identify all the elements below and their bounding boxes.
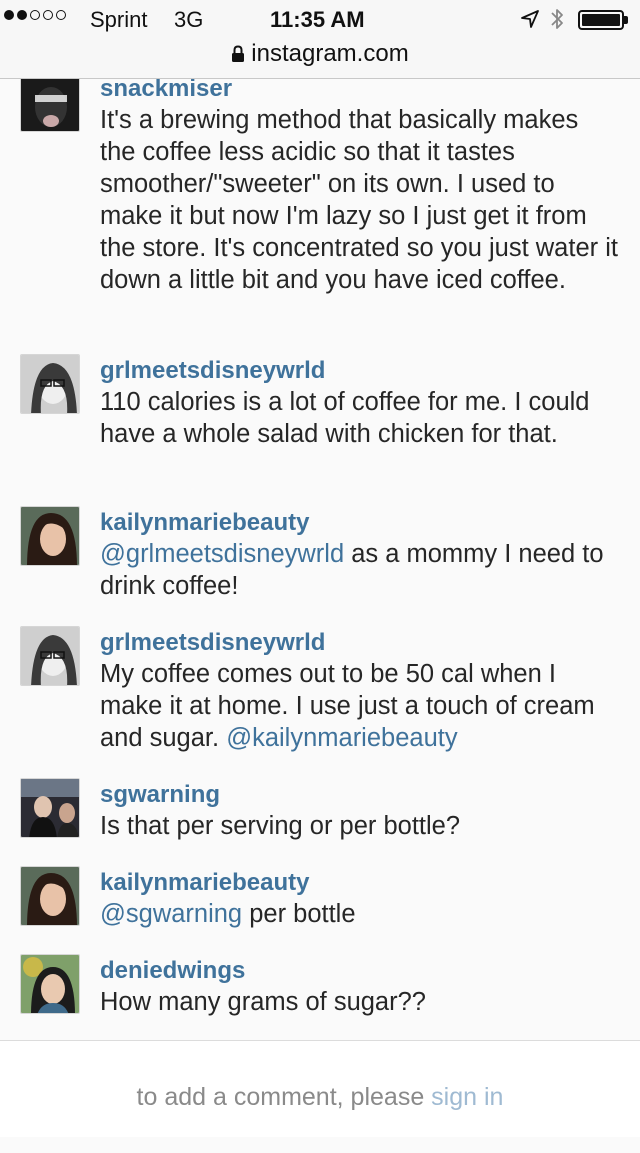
comment-username[interactable]: kailynmariebeauty (100, 868, 620, 898)
comment-mention[interactable]: @sgwarning (100, 900, 242, 928)
comment-mention[interactable]: @grlmeetsdisneywrld (100, 540, 344, 568)
comment-username[interactable]: kailynmariebeauty (100, 508, 620, 538)
comment-text: It's a brewing method that basically mak… (100, 106, 618, 294)
avatar[interactable] (20, 866, 80, 926)
lock-icon (231, 42, 245, 70)
comment-text: 110 calories is a lot of coffee for me. … (100, 388, 590, 448)
comment-username[interactable]: grlmeetsdisneywrld (100, 356, 620, 386)
footer-prompt: to add a comment, please (136, 1083, 432, 1111)
location-arrow-icon (520, 9, 540, 35)
address-bar[interactable]: instagram.com (0, 40, 640, 74)
add-comment-footer: to add a comment, please sign in (0, 1040, 640, 1137)
carrier-label: Sprint (90, 7, 148, 32)
comment-username[interactable]: deniedwings (100, 956, 620, 986)
sign-in-link[interactable]: sign in (431, 1083, 503, 1111)
comment-mention[interactable]: @kailynmariebeauty (226, 724, 457, 752)
url-text: instagram.com (251, 40, 409, 67)
status-time: 11:35 AM (270, 7, 365, 32)
status-bar: Sprint 3G 11:35 AM (0, 0, 640, 40)
network-type: 3G (174, 7, 204, 32)
battery-icon (578, 10, 628, 30)
browser-top-bar: Sprint 3G 11:35 AM instagram.com (0, 0, 640, 79)
avatar[interactable] (20, 72, 80, 132)
avatar[interactable] (20, 354, 80, 414)
comment-text: Is that per serving or per bottle? (100, 812, 461, 840)
avatar[interactable] (20, 506, 80, 566)
bluetooth-icon (550, 7, 564, 37)
comment-text: How many grams of sugar?? (100, 988, 426, 1016)
signal-strength-icon (4, 10, 66, 20)
comment-username[interactable]: grlmeetsdisneywrld (100, 628, 620, 658)
comment-text: per bottle (242, 900, 356, 928)
avatar[interactable] (20, 954, 80, 1014)
avatar[interactable] (20, 626, 80, 686)
avatar[interactable] (20, 778, 80, 838)
comment-username[interactable]: sgwarning (100, 780, 620, 810)
